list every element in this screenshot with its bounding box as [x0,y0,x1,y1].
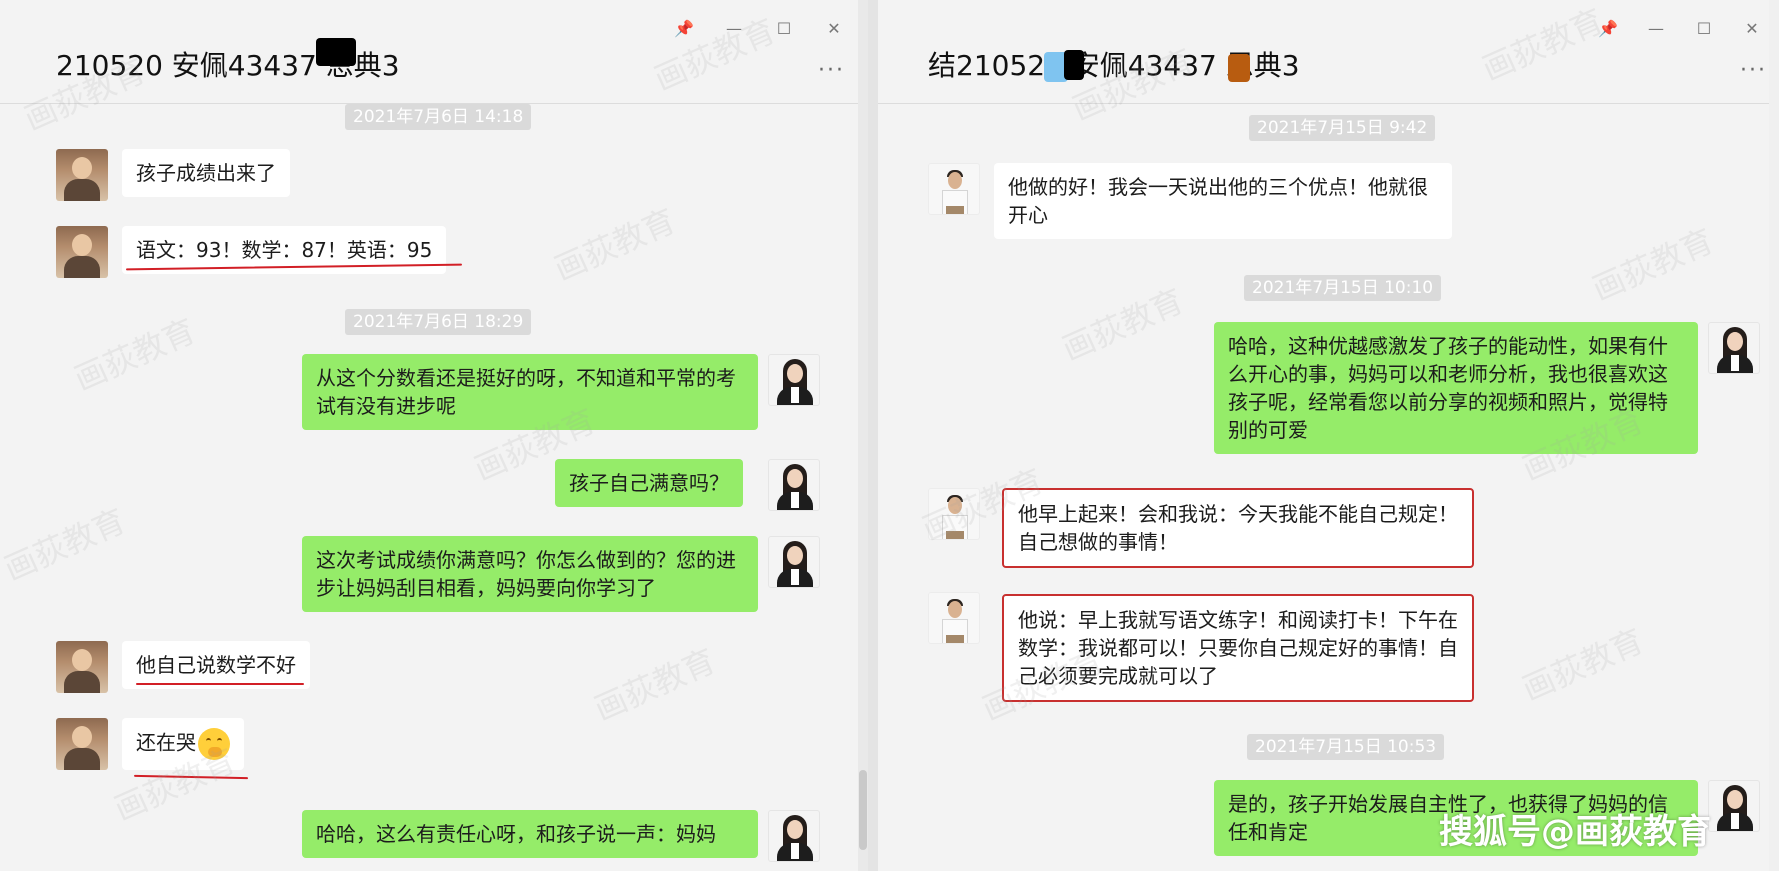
maximize-icon[interactable]: ☐ [1693,18,1715,40]
scrollbar[interactable] [858,0,868,871]
more-options-icon[interactable]: ··· [1740,58,1767,83]
red-underline-annotation [136,683,304,685]
minimize-icon[interactable]: — [723,18,745,40]
source-credit: 搜狐号@画荻教育 [1439,812,1711,852]
message-text: 还在哭 [136,730,196,755]
message-incoming-highlighted[interactable]: 他早上起来！会和我说：今天我能不能自己规定！自己想做的事情！ [1002,488,1474,568]
pin-icon[interactable]: 📌 [673,18,695,40]
avatar-teacher[interactable] [1708,322,1760,374]
avatar-parent[interactable] [56,641,108,693]
message-incoming[interactable]: 他自己说数学不好 [122,641,310,689]
message-outgoing[interactable]: 哈哈，这么有责任心呀，和孩子说一声：妈妈 [302,810,758,858]
thinking-emoji-icon [198,728,230,760]
scrollbar[interactable] [1769,0,1779,871]
close-icon[interactable]: ✕ [823,18,845,40]
message-incoming[interactable]: 他做的好！我会一天说出他的三个优点！他就很开心 [994,163,1452,239]
watermark-text: 画荻教育 [1516,621,1650,709]
redaction-mark [1064,50,1084,80]
message-outgoing[interactable]: 从这个分数看还是挺好的呀，不知道和平常的考试有没有进步呢 [302,354,758,430]
avatar-parent[interactable] [928,163,980,215]
avatar-teacher[interactable] [768,354,820,406]
avatar-parent[interactable] [56,149,108,201]
message-outgoing[interactable]: 孩子自己满意吗？ [555,459,743,507]
timestamp: 2021年7月15日 10:53 [1247,734,1445,760]
watermark-text: 画荻教育 [0,501,132,589]
watermark-text: 画荻教育 [588,641,722,729]
avatar-parent[interactable] [56,718,108,770]
avatar-parent[interactable] [928,592,980,644]
avatar-parent[interactable] [928,488,980,540]
avatar-teacher[interactable] [1708,780,1760,832]
message-outgoing[interactable]: 这次考试成绩你满意吗？你怎么做到的？您的进步让妈妈刮目相看，妈妈要向你学习了 [302,536,758,612]
redaction-mark [316,38,356,66]
timestamp: 2021年7月6日 18:29 [345,309,532,335]
chat-header: 结210520 安佩43437 恩典3 📌 — ☐ ✕ ··· [878,0,1779,104]
red-underline-annotation [133,774,249,780]
message-incoming[interactable]: 孩子成绩出来了 [122,149,290,197]
close-icon[interactable]: ✕ [1741,18,1763,40]
redaction-mark [1228,54,1250,82]
chat-window-left: 210520 安佩43437 恩典3 📌 — ☐ ✕ ··· 2021年7月6日… [0,0,868,871]
watermark-text: 画荻教育 [548,201,682,289]
message-outgoing[interactable]: 哈哈，这种优越感激发了孩子的能动性，如果有什么开心的事，妈妈可以和老师分析，我也… [1214,322,1698,454]
chat-header: 210520 安佩43437 恩典3 📌 — ☐ ✕ ··· [0,0,868,104]
watermark-text: 画荻教育 [1586,221,1720,309]
avatar-parent[interactable] [56,226,108,278]
window-divider [868,0,878,871]
message-incoming-highlighted[interactable]: 他说：早上我就写语文练字！和阅读打卡！下午在数学：我说都可以！只要你自己规定好的… [1002,594,1474,702]
pin-icon[interactable]: 📌 [1597,18,1619,40]
avatar-teacher[interactable] [768,536,820,588]
chat-window-right: 结210520 安佩43437 恩典3 📌 — ☐ ✕ ··· 2021年7月1… [878,0,1779,871]
maximize-icon[interactable]: ☐ [773,18,795,40]
timestamp: 2021年7月6日 14:18 [345,104,532,130]
minimize-icon[interactable]: — [1645,18,1667,40]
watermark-text: 画荻教育 [1056,281,1190,369]
message-incoming[interactable]: 还在哭 [122,718,244,770]
timestamp: 2021年7月15日 10:10 [1244,275,1442,301]
scrollbar-thumb[interactable] [859,770,867,850]
watermark-text: 画荻教育 [68,311,202,399]
more-options-icon[interactable]: ··· [818,58,845,83]
avatar-teacher[interactable] [768,810,820,862]
avatar-teacher[interactable] [768,459,820,511]
timestamp: 2021年7月15日 9:42 [1249,115,1436,141]
